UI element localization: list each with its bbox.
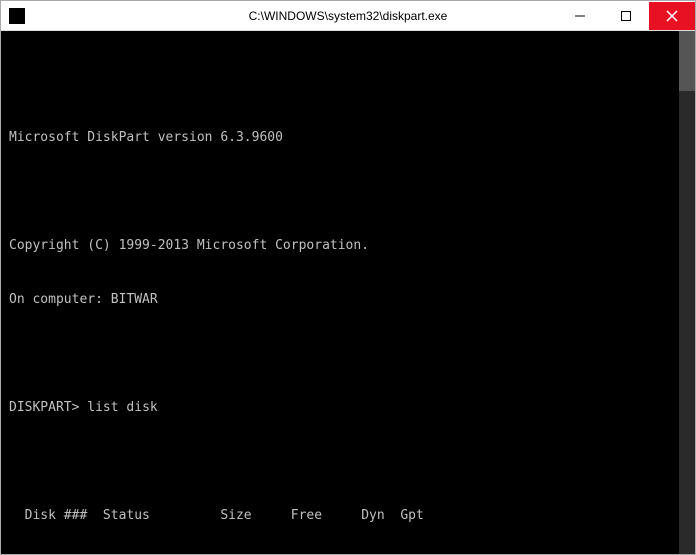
- scrollbar-thumb[interactable]: [679, 31, 695, 91]
- app-icon: [9, 8, 25, 24]
- maximize-icon: [621, 11, 631, 21]
- close-button[interactable]: [649, 2, 695, 30]
- close-icon: [666, 10, 678, 22]
- table-header: Disk ### Status Size Free Dyn Gpt: [9, 507, 691, 525]
- scrollbar[interactable]: [679, 31, 695, 554]
- titlebar[interactable]: C:\WINDOWS\system32\diskpart.exe: [1, 1, 695, 31]
- copyright-line: Copyright (C) 1999-2013 Microsoft Corpor…: [9, 237, 691, 255]
- terminal-area[interactable]: Microsoft DiskPart version 6.3.9600 Copy…: [1, 31, 695, 554]
- diskpart-window: C:\WINDOWS\system32\diskpart.exe Microso…: [0, 0, 696, 555]
- maximize-button[interactable]: [603, 2, 649, 30]
- minimize-button[interactable]: [557, 2, 603, 30]
- version-line: Microsoft DiskPart version 6.3.9600: [9, 129, 691, 147]
- computer-line: On computer: BITWAR: [9, 291, 691, 309]
- prompt-line: DISKPART> list disk: [9, 399, 691, 417]
- cmd-list-disk: list disk: [87, 400, 157, 415]
- prompt-label: DISKPART>: [9, 400, 79, 415]
- window-controls: [557, 2, 695, 30]
- minimize-icon: [575, 11, 585, 21]
